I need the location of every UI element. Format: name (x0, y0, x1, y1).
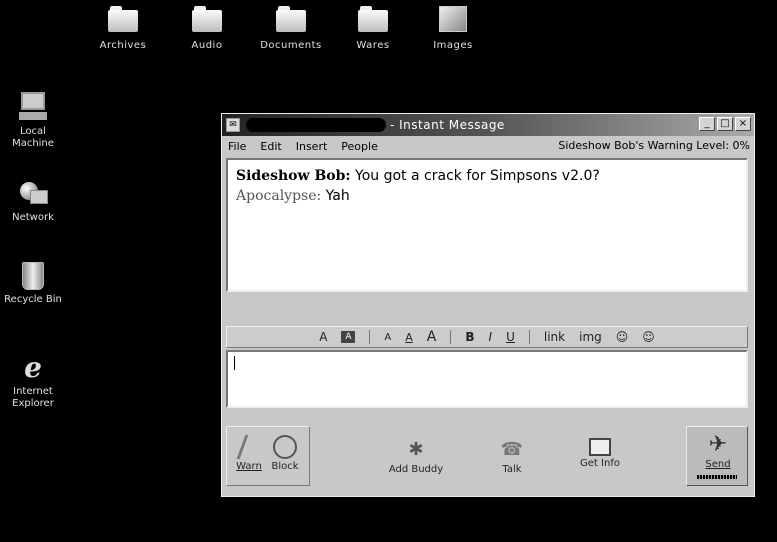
action-button-bar: Warn Block ✱ Add Buddy ☎ Talk Get Info ✈… (226, 426, 748, 490)
desktop-icon-recycle-bin[interactable]: Recycle Bin (0, 262, 66, 306)
recycle-bin-icon (22, 262, 44, 290)
link-button[interactable]: link (544, 330, 565, 344)
message-sender: Sideshow Bob: (236, 168, 351, 184)
desktop-icon-label: Local Machine (12, 126, 54, 149)
bold-button[interactable]: B (465, 330, 474, 344)
message-input[interactable] (226, 350, 748, 408)
folder-icon (192, 6, 222, 32)
increase-font-button[interactable]: A (427, 329, 437, 345)
desktop-icon-label: Archives (99, 40, 147, 51)
internet-explorer-icon: e (24, 351, 42, 384)
desktop-icon-documents[interactable]: Documents (256, 6, 326, 51)
desktop-icon-local-machine[interactable]: Local Machine (0, 92, 66, 150)
menu-insert[interactable]: Insert (296, 140, 328, 153)
text-color-button[interactable]: A (319, 330, 327, 344)
message: Apocalypse: Yah (236, 186, 738, 206)
message-text: Yah (321, 188, 350, 204)
desktop-icon-label: Recycle Bin (4, 294, 62, 305)
desktop-icon-label: Documents (260, 40, 322, 51)
smiley-icon[interactable]: ☺ (616, 330, 629, 344)
desktop-icon-internet-explorer[interactable]: e Internet Explorer (0, 354, 66, 410)
send-button[interactable]: ✈ Send (686, 426, 748, 486)
folder-icon (276, 6, 306, 32)
app-icon[interactable]: ✉ (226, 118, 240, 132)
toolbar-separator (528, 330, 530, 344)
desktop-icon-images[interactable]: Images (418, 6, 488, 51)
desktop-icon-wares[interactable]: Wares (338, 6, 408, 51)
italic-button[interactable]: I (489, 330, 493, 344)
maximize-button[interactable]: □ (717, 117, 733, 131)
decrease-font-button[interactable]: A (384, 332, 391, 343)
warn-block-group: Warn Block (226, 426, 310, 486)
menu-edit[interactable]: Edit (260, 140, 281, 153)
desktop-icon-audio[interactable]: Audio (172, 6, 242, 51)
folder-icon (358, 6, 388, 32)
instant-message-window: ✉ - Instant Message _ □ × File Edit Inse… (221, 113, 755, 497)
toolbar-separator (450, 330, 452, 344)
talk-icon: ☎ (500, 439, 524, 460)
formatting-toolbar: A A A A A B I U link img ☺ ☺ (226, 326, 748, 348)
menu-bar: File Edit Insert People Sideshow Bob's W… (222, 136, 754, 156)
text-caret (234, 356, 235, 370)
redacted-screen-name (246, 118, 386, 132)
message: Sideshow Bob: You got a crack for Simpso… (236, 166, 738, 186)
desktop-icon-archives[interactable]: Archives (88, 6, 158, 51)
send-progress-bar (697, 475, 737, 479)
menu-file[interactable]: File (228, 140, 246, 153)
close-button[interactable]: × (735, 117, 751, 131)
desktop-icon-label: Wares (356, 40, 390, 51)
conversation-history[interactable]: Sideshow Bob: You got a crack for Simpso… (226, 158, 748, 292)
window-title: - Instant Message (390, 118, 505, 132)
talk-button[interactable]: ☎ Talk (482, 434, 542, 475)
send-icon: ✈ (708, 432, 728, 457)
warning-level: Sideshow Bob's Warning Level: 0% (558, 139, 750, 152)
message-sender: Apocalypse: (236, 188, 322, 204)
get-info-button[interactable]: Get Info (570, 434, 630, 469)
smiley-icon[interactable]: ☺ (642, 330, 655, 344)
folder-icon (108, 6, 138, 32)
desktop-icon-network[interactable]: Network (0, 180, 66, 224)
computer-icon (19, 92, 47, 122)
image-folder-icon (439, 6, 467, 32)
desktop-icon-label: Internet Explorer (12, 386, 54, 409)
menu-people[interactable]: People (341, 140, 378, 153)
desktop-icon-label: Audio (191, 40, 223, 51)
message-text: You got a crack for Simpsons v2.0? (350, 168, 600, 184)
minimize-button[interactable]: _ (699, 117, 715, 131)
title-bar[interactable]: ✉ - Instant Message _ □ × (222, 114, 754, 136)
background-color-button[interactable]: A (341, 331, 356, 343)
normal-font-button[interactable]: A (405, 331, 413, 344)
info-icon (589, 438, 611, 456)
block-button[interactable]: Block (255, 431, 315, 472)
desktop-icon-label: Network (12, 212, 54, 223)
desktop-icon-label: Images (433, 40, 473, 51)
toolbar-separator (369, 330, 371, 344)
insert-picture-icon[interactable]: img (579, 330, 602, 344)
network-icon (18, 180, 48, 208)
add-buddy-button[interactable]: ✱ Add Buddy (386, 434, 446, 475)
block-icon (273, 435, 297, 459)
underline-button[interactable]: U (506, 330, 515, 344)
add-buddy-icon: ✱ (408, 439, 424, 460)
